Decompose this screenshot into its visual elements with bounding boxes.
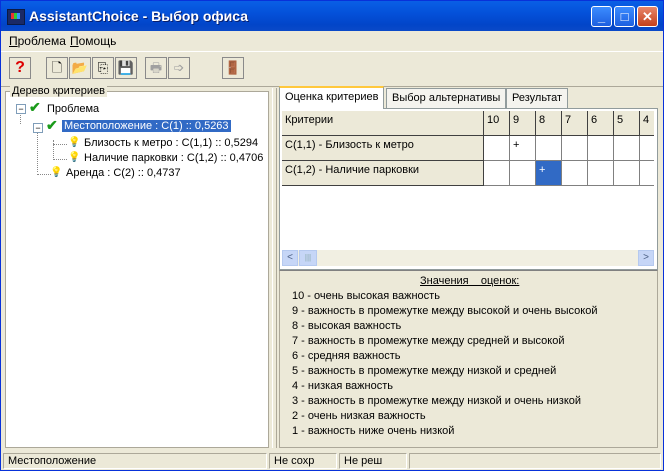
export-icon[interactable]: ➩ bbox=[168, 57, 190, 79]
title-bar[interactable]: AssistantChoice - Выбор офиса _ □ ✕ bbox=[1, 1, 663, 31]
grid-cell[interactable] bbox=[640, 136, 654, 161]
grid-cell-selected[interactable]: + bbox=[536, 161, 562, 186]
maximize-button[interactable]: □ bbox=[614, 6, 635, 27]
window-title: AssistantChoice - Выбор офиса bbox=[29, 8, 248, 24]
legend-item: 2 - очень низкая важность bbox=[292, 410, 426, 422]
minimize-button[interactable]: _ bbox=[591, 6, 612, 27]
help-icon[interactable]: ? bbox=[9, 57, 31, 79]
grid-cell[interactable] bbox=[562, 136, 588, 161]
close-button[interactable]: ✕ bbox=[637, 6, 658, 27]
lightbulb-icon: 💡 bbox=[50, 167, 63, 178]
grid-cell[interactable] bbox=[640, 161, 654, 186]
legend-item: 8 - высокая важность bbox=[292, 320, 402, 332]
legend-item: 3 - важность в промежутке между низкой и… bbox=[292, 395, 582, 407]
toolbar: ? 🗋 📂 ⎘ 💾 🖶 ➩ 🚪 bbox=[1, 51, 663, 87]
tree-node-parking[interactable]: Наличие парковки : C(1,2) :: 0,4706 bbox=[84, 152, 263, 164]
tree-node-root[interactable]: Проблема bbox=[47, 103, 99, 115]
grid-col-header: 5 bbox=[614, 111, 640, 136]
panel-splitter[interactable] bbox=[272, 88, 277, 448]
grid-col-header: 7 bbox=[562, 111, 588, 136]
legend-title: Значения оценок: bbox=[420, 275, 520, 287]
print-icon[interactable]: 🖶 bbox=[145, 57, 167, 79]
scroll-right-icon[interactable]: > bbox=[638, 250, 654, 266]
legend-item: 4 - низкая важность bbox=[292, 380, 393, 392]
status-empty bbox=[409, 453, 661, 469]
save-icon[interactable]: 💾 bbox=[115, 57, 137, 79]
checkmark-icon: ✔ bbox=[46, 117, 58, 133]
tab-alternative-choice[interactable]: Выбор альтернативы bbox=[386, 88, 507, 108]
grid-cell[interactable] bbox=[484, 136, 510, 161]
grid-header-criteria: Критерии bbox=[282, 111, 484, 136]
grid-cell[interactable] bbox=[484, 161, 510, 186]
app-window: AssistantChoice - Выбор офиса _ □ ✕ Проб… bbox=[0, 0, 664, 471]
tree-node-metro[interactable]: Близость к метро : C(1,1) :: 0,5294 bbox=[84, 137, 258, 149]
scroll-thumb[interactable]: ||| bbox=[299, 250, 317, 266]
grid-cell[interactable] bbox=[510, 161, 536, 186]
criteria-tree-label: Дерево критериев bbox=[10, 85, 108, 97]
collapse-root-icon[interactable]: − bbox=[16, 104, 26, 114]
lightbulb-icon: 💡 bbox=[68, 152, 81, 163]
new-file-icon[interactable]: 🗋 bbox=[46, 57, 68, 79]
menu-help[interactable]: Помощь bbox=[70, 34, 116, 48]
legend-item: 5 - важность в промежутке между низкой и… bbox=[292, 365, 557, 377]
status-bar: Местоположение Не сохр Не реш bbox=[1, 451, 663, 470]
import-icon[interactable]: ⎘ bbox=[92, 57, 114, 79]
scroll-left-icon[interactable]: < bbox=[282, 250, 298, 266]
app-icon bbox=[7, 9, 25, 25]
grid-cell[interactable] bbox=[614, 136, 640, 161]
tab-result[interactable]: Результат bbox=[506, 88, 569, 108]
criteria-grid[interactable]: Критерии 10 9 8 7 6 5 4 C(1,1) - Близост… bbox=[282, 111, 654, 249]
horizontal-scrollbar[interactable]: < ||| > bbox=[282, 250, 654, 266]
grid-col-header: 8 bbox=[536, 111, 562, 136]
legend-item: 6 - средняя важность bbox=[292, 350, 401, 362]
tree-node-rent[interactable]: Аренда : C(2) :: 0,4737 bbox=[66, 167, 181, 179]
criteria-evaluation-panel: Критерии 10 9 8 7 6 5 4 C(1,1) - Близост… bbox=[279, 108, 658, 270]
tab-criteria-evaluation[interactable]: Оценка критериев bbox=[279, 86, 385, 109]
collapse-location-icon[interactable]: − bbox=[33, 123, 43, 133]
open-folder-icon[interactable]: 📂 bbox=[69, 57, 91, 79]
legend-item: 1 - важность ниже очень низкой bbox=[292, 425, 455, 437]
grid-col-header: 9 bbox=[510, 111, 536, 136]
grid-col-header: 6 bbox=[588, 111, 614, 136]
grid-row-label: C(1,2) - Наличие парковки bbox=[282, 161, 484, 186]
lightbulb-icon: 💡 bbox=[68, 137, 81, 148]
grid-row-label: C(1,1) - Близость к метро bbox=[282, 136, 484, 161]
legend-item: 9 - важность в промежутке между высокой … bbox=[292, 305, 598, 317]
status-solved: Не реш bbox=[339, 453, 407, 469]
legend-item: 7 - важность в промежутке между средней … bbox=[292, 335, 565, 347]
grid-col-header: 4 bbox=[640, 111, 654, 136]
menu-problem[interactable]: Проблема bbox=[9, 34, 66, 48]
grid-cell[interactable]: + bbox=[510, 136, 536, 161]
legend-item: 10 - очень высокая важность bbox=[292, 290, 440, 302]
grid-cell[interactable] bbox=[588, 136, 614, 161]
rating-legend: Значения оценок: 10 - очень высокая важн… bbox=[279, 270, 658, 448]
checkmark-icon: ✔ bbox=[29, 99, 41, 115]
tree-node-location[interactable]: Местоположение : C(1) :: 0,5263 bbox=[61, 119, 232, 133]
grid-cell[interactable] bbox=[562, 161, 588, 186]
criteria-tree[interactable]: − ✔ Проблема − ✔ Местоположение : C(1) :… bbox=[5, 91, 269, 448]
grid-cell[interactable] bbox=[614, 161, 640, 186]
status-saved: Не сохр bbox=[269, 453, 337, 469]
menu-bar: Проблема Помощь bbox=[1, 31, 663, 50]
grid-col-header: 10 bbox=[484, 111, 510, 136]
status-current-node: Местоположение bbox=[3, 453, 267, 469]
grid-cell[interactable] bbox=[588, 161, 614, 186]
grid-cell[interactable] bbox=[536, 136, 562, 161]
exit-door-icon[interactable]: 🚪 bbox=[222, 57, 244, 79]
